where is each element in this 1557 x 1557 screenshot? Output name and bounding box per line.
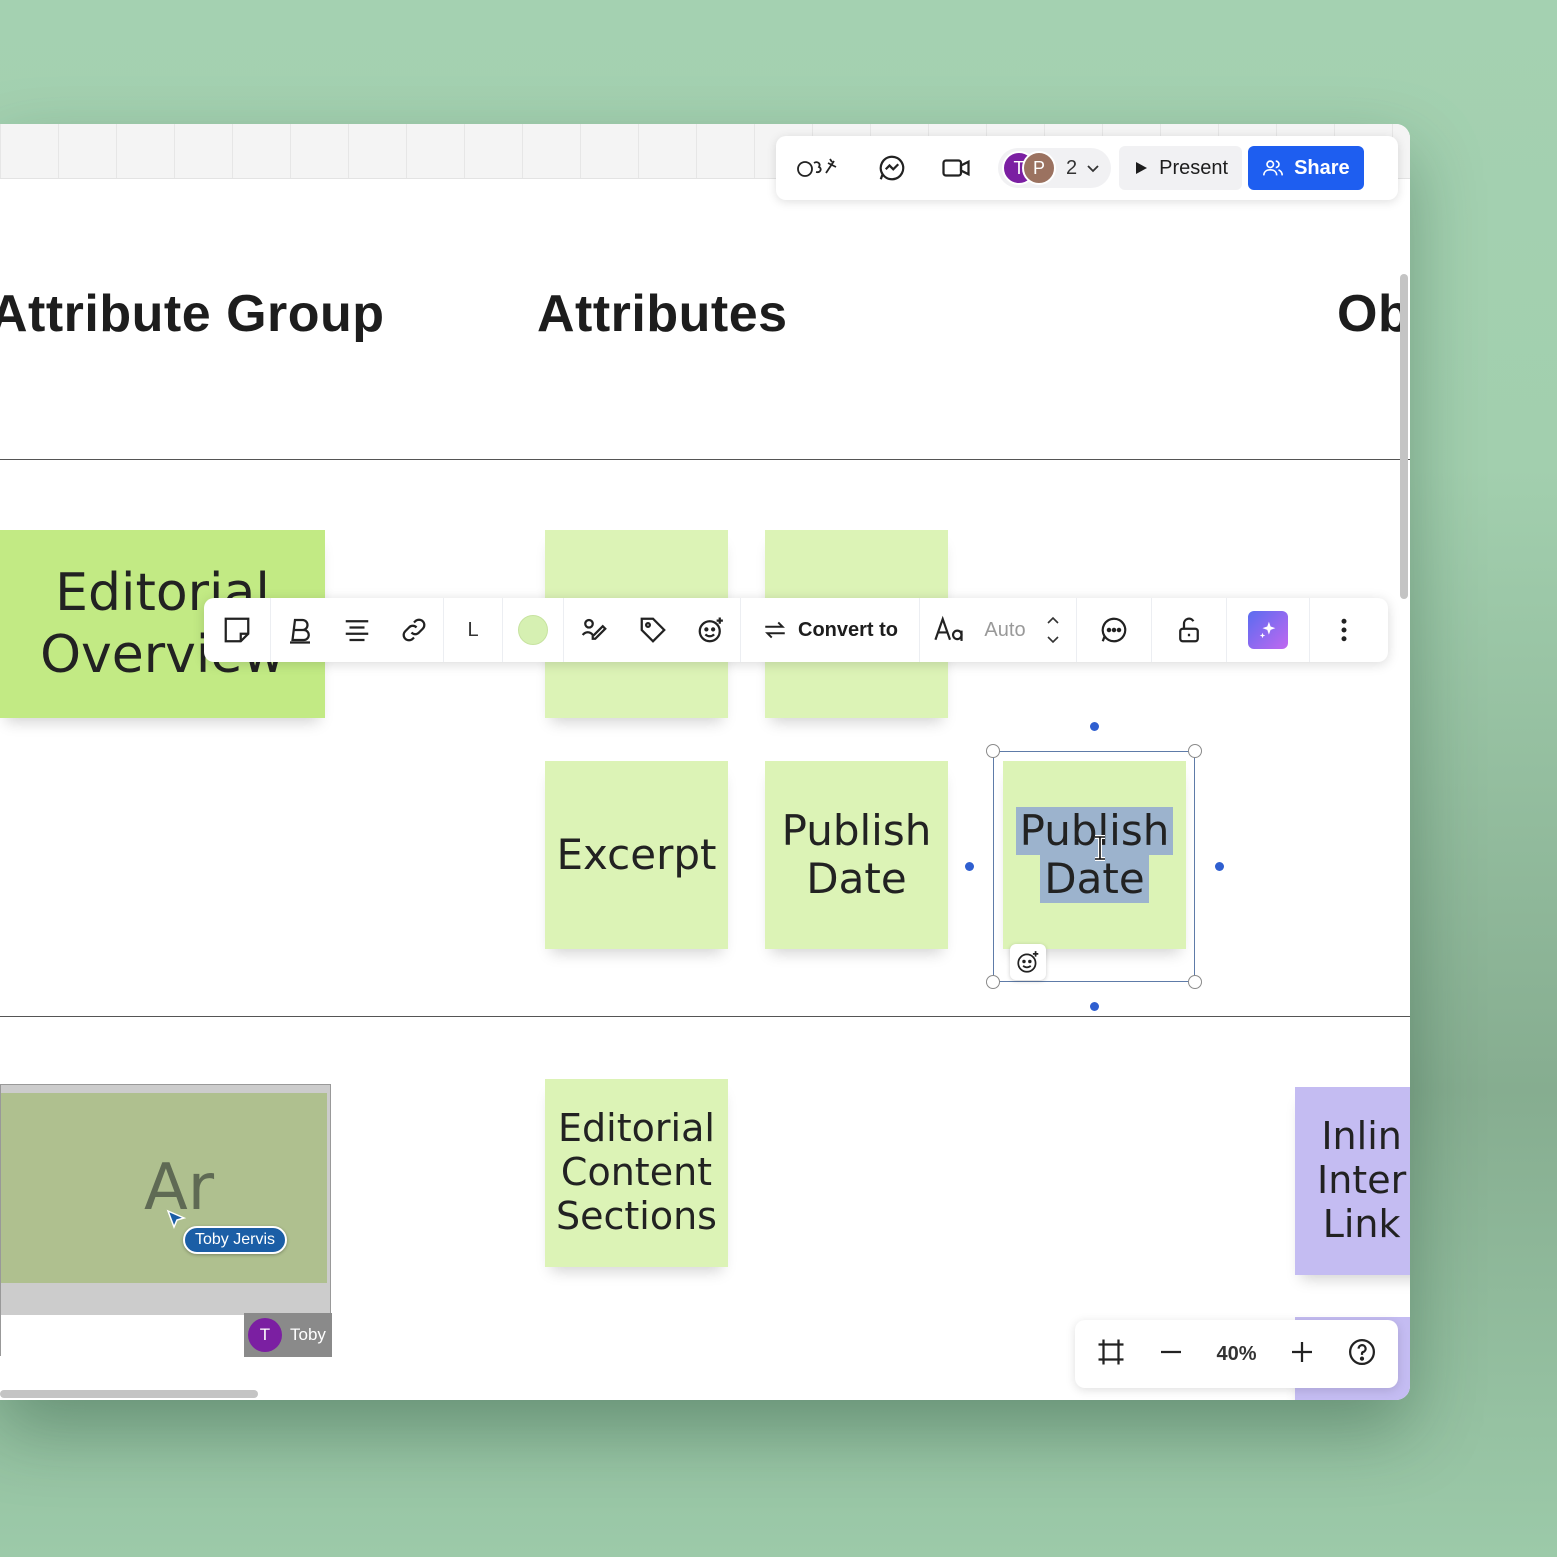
video-call-button[interactable]	[934, 146, 978, 190]
heading-attribute-group: Attribute Group	[0, 285, 385, 343]
resize-handle[interactable]	[986, 744, 1000, 758]
link-icon	[402, 618, 426, 642]
people-icon	[1263, 160, 1284, 176]
tag-icon	[640, 617, 666, 643]
more-options-button[interactable]	[1310, 598, 1378, 662]
video-camera-icon	[942, 159, 970, 177]
convert-to-button[interactable]: Convert to	[741, 598, 919, 662]
collaborator-count: 2	[1066, 156, 1078, 179]
zoom-in-button[interactable]	[1287, 1337, 1317, 1372]
sticky-inline-internal-links[interactable]: Inlin Inter Link	[1295, 1087, 1410, 1275]
font-size-stepper[interactable]	[1030, 598, 1076, 662]
context-toolbar: L Convert to Auto	[204, 598, 1388, 662]
collaborators-button[interactable]: T P 2	[998, 148, 1112, 188]
sticky-editorial-content-sections[interactable]: Editorial Content Sections	[545, 1079, 728, 1267]
collaborator-cursor-label: Toby Jervis	[183, 1226, 288, 1254]
top-toolbar: T P 2 Present Share	[776, 136, 1398, 200]
collaborator-cursor-icon	[166, 1209, 187, 1230]
add-reaction-button[interactable]	[1010, 944, 1046, 980]
sticky-text: Editorial Content Sections	[556, 1106, 717, 1238]
owner-name: Toby	[290, 1325, 326, 1344]
font-size-button[interactable]	[920, 598, 980, 662]
whiteboard-window[interactable]: Attribute Group Attributes Ob Editorial …	[0, 124, 1410, 1400]
emoji-add-icon	[698, 617, 723, 643]
fit-to-screen-button[interactable]	[1096, 1337, 1126, 1372]
emoji-add-icon	[1017, 951, 1039, 973]
ai-assist-button[interactable]	[1227, 598, 1309, 662]
lock-button[interactable]	[1152, 598, 1226, 662]
font-size-value[interactable]: Auto	[980, 598, 1030, 662]
reaction-button[interactable]	[682, 598, 740, 662]
embed-owner-tag: T Toby	[244, 1313, 332, 1357]
resize-handle[interactable]	[986, 975, 1000, 989]
avatar: P	[1022, 151, 1056, 185]
align-button[interactable]	[329, 598, 385, 662]
help-button[interactable]	[1347, 1337, 1377, 1372]
chevron-up-down-icon	[1047, 616, 1059, 644]
play-icon	[1136, 162, 1148, 174]
frame-icon	[1098, 1339, 1124, 1364]
heading-attributes: Attributes	[537, 285, 788, 343]
font-size-icon	[934, 615, 963, 641]
chat-activity-icon	[879, 155, 905, 181]
minus-icon	[1161, 1350, 1182, 1353]
reactions-icon	[797, 158, 837, 177]
zoom-controls: 40%	[1075, 1320, 1398, 1388]
bold-icon	[290, 618, 310, 644]
share-button[interactable]: Share	[1248, 146, 1364, 190]
share-label: Share	[1294, 156, 1350, 179]
row-divider	[0, 1016, 1410, 1017]
help-icon	[1348, 1338, 1375, 1365]
unlock-icon	[1179, 617, 1199, 643]
sparkle-icon	[1259, 621, 1276, 639]
chat-button[interactable]	[870, 146, 914, 190]
comment-icon	[1101, 617, 1127, 643]
tag-button[interactable]	[624, 598, 682, 662]
more-vertical-icon	[1341, 618, 1347, 642]
signature-icon	[581, 618, 607, 640]
connector-dot[interactable]	[1215, 862, 1224, 871]
align-center-icon	[345, 620, 369, 642]
bold-button[interactable]	[271, 598, 329, 662]
link-button[interactable]	[385, 598, 443, 662]
reactions-button[interactable]	[786, 146, 850, 190]
plus-icon	[1291, 1341, 1312, 1362]
convert-label: Convert to	[798, 618, 898, 641]
sticky-excerpt[interactable]: Excerpt	[545, 761, 728, 949]
avatar: T	[248, 1318, 282, 1352]
horizontal-scrollbar[interactable]	[0, 1390, 258, 1398]
chevron-down-icon	[1087, 165, 1099, 173]
size-label: L	[467, 618, 479, 641]
connector-dot[interactable]	[1090, 722, 1099, 731]
sticky-text: Inlin Inter Link	[1317, 1114, 1407, 1246]
text-cursor-icon	[1095, 835, 1105, 861]
connector-dot[interactable]	[965, 862, 974, 871]
resize-handle[interactable]	[1188, 744, 1202, 758]
resize-handle[interactable]	[1188, 975, 1202, 989]
vertical-scrollbar[interactable]	[1400, 274, 1408, 599]
row-divider	[0, 459, 1410, 460]
author-button[interactable]	[564, 598, 624, 662]
embed-preview: Ar	[1, 1093, 327, 1283]
color-swatch	[518, 615, 548, 645]
zoom-level[interactable]: 40%	[1216, 1343, 1256, 1366]
sticky-note-icon	[224, 617, 250, 643]
present-label: Present	[1159, 156, 1229, 179]
font-size-label: Auto	[984, 618, 1026, 641]
size-button[interactable]: L	[444, 598, 502, 662]
sticky-publish-date[interactable]: Publish Date	[765, 761, 948, 949]
connector-dot[interactable]	[1090, 1002, 1099, 1011]
embed-footer	[1, 1315, 245, 1357]
ai-sparkle-icon	[1248, 611, 1288, 649]
present-button[interactable]: Present	[1119, 146, 1243, 190]
convert-arrows-icon	[765, 621, 785, 639]
comment-button[interactable]	[1077, 598, 1151, 662]
fill-color-button[interactable]	[503, 598, 563, 662]
sticky-text: Publish Date	[781, 805, 932, 903]
sticky-text: Excerpt	[556, 829, 717, 879]
zoom-out-button[interactable]	[1156, 1337, 1186, 1372]
shape-type-button[interactable]	[204, 598, 270, 662]
